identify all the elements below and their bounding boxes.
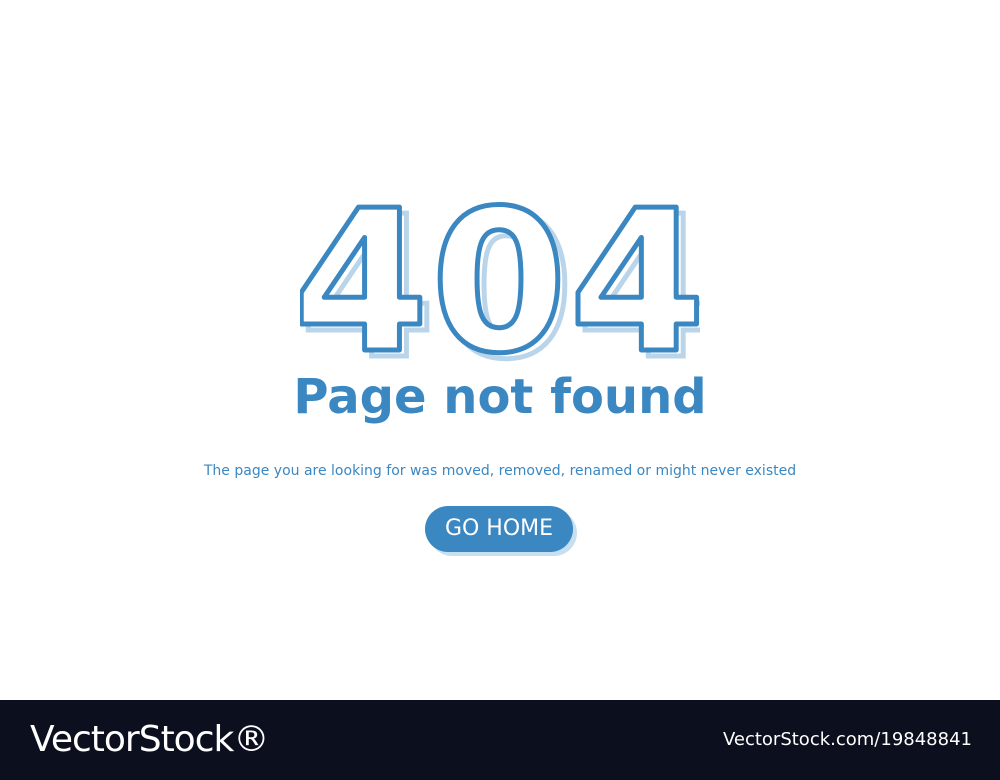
go-home-button[interactable]: GO HOME — [425, 506, 573, 552]
watermark-brand: VectorStock® — [30, 719, 269, 760]
page-title: Page not found — [293, 369, 707, 425]
watermark-id: VectorStock.com/19848841 — [722, 729, 972, 750]
error-message: The page you are looking for was moved, … — [203, 463, 797, 479]
error-code-graphic: 404 404 — [300, 190, 700, 370]
error-code: 404 — [300, 190, 700, 370]
watermark-bar: VectorStock® VectorStock.com/19848841 — [0, 700, 1000, 780]
error-page: 404 404 Page not found The page you are … — [0, 0, 1000, 700]
